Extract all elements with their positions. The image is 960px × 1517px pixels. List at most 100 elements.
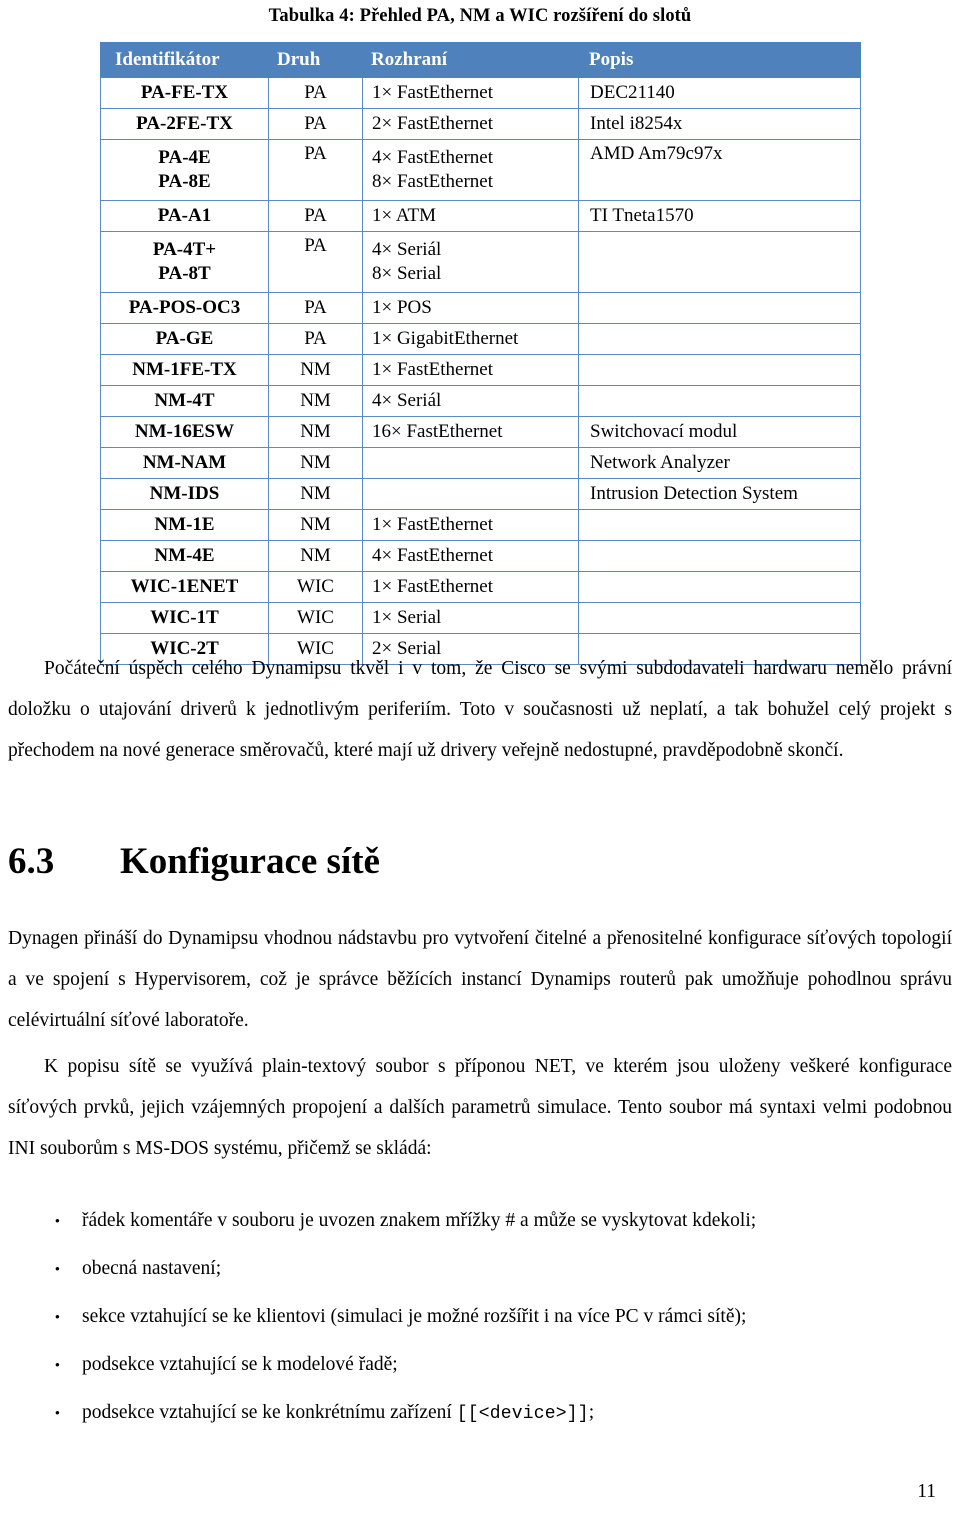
cell-druh: WIC bbox=[268, 571, 363, 603]
cell-rozhrani: 16× FastEthernet bbox=[362, 416, 579, 448]
cell-popis bbox=[578, 540, 861, 572]
cell-rozhrani: 1× FastEthernet bbox=[362, 77, 579, 109]
cell-druh: PA bbox=[268, 323, 363, 355]
table-row: PA-GE PA 1× GigabitEthernet bbox=[100, 323, 861, 355]
cell-druh: PA bbox=[268, 292, 363, 324]
list-item: • obecná nastavení; bbox=[8, 1258, 952, 1306]
cell-identifikator: PA-GE bbox=[100, 323, 269, 355]
cell-popis bbox=[578, 231, 861, 293]
cell-druh: PA bbox=[268, 139, 363, 201]
cell-identifikator: NM-4T bbox=[100, 385, 269, 417]
cell-popis bbox=[578, 385, 861, 417]
cell-druh: NM bbox=[268, 416, 363, 448]
column-header-popis: Popis bbox=[578, 42, 861, 78]
cell-popis bbox=[578, 354, 861, 386]
table-row: NM-NAM NM Network Analyzer bbox=[100, 447, 861, 479]
cell-rozhrani bbox=[362, 478, 579, 510]
cell-identifikator: NM-IDS bbox=[100, 478, 269, 510]
table-row: NM-4T NM 4× Seriál bbox=[100, 385, 861, 417]
cell-identifikator: NM-1E bbox=[100, 509, 269, 541]
cell-druh: PA bbox=[268, 231, 363, 293]
cell-popis bbox=[578, 323, 861, 355]
cell-druh: PA bbox=[268, 77, 363, 109]
list-item: • podsekce vztahující se k modelové řadě; bbox=[8, 1354, 952, 1402]
cell-popis: Network Analyzer bbox=[578, 447, 861, 479]
cell-rozhrani: 1× Serial bbox=[362, 602, 579, 634]
page-number: 11 bbox=[917, 1481, 936, 1502]
cell-popis bbox=[578, 509, 861, 541]
paragraph-net-file: K popisu sítě se využívá plain-textový s… bbox=[8, 1056, 952, 1159]
table-row: NM-16ESW NM 16× FastEthernet Switchovací mo… bbox=[100, 416, 861, 448]
table-row: NM-IDS NM Intrusion Detection System bbox=[100, 478, 861, 510]
cell-rozhrani: 1× FastEthernet bbox=[362, 354, 579, 386]
table-row: WIC-1T WIC 1× Serial bbox=[100, 602, 861, 634]
paragraph-dynagen: Dynagen přináší do Dynamipsu vhodnou nád… bbox=[8, 928, 952, 1031]
table-row: PA-4T+ PA-8T PA 4× Seriál 8× Serial bbox=[100, 231, 861, 293]
list-item-text: sekce vztahující se ke klientovi (simula… bbox=[82, 1306, 747, 1327]
cell-popis bbox=[578, 292, 861, 324]
cell-identifikator: PA-POS-OC3 bbox=[100, 292, 269, 324]
cell-popis: Switchovací modul bbox=[578, 416, 861, 448]
table-row: PA-POS-OC3 PA 1× POS bbox=[100, 292, 861, 324]
list-item-text: podsekce vztahující se k modelové řadě; bbox=[82, 1354, 398, 1375]
cell-identifikator: PA-4E PA-8E bbox=[100, 139, 269, 201]
table-header: Identifikátor Druh Rozhraní Popis bbox=[100, 42, 861, 78]
bullet-marker-icon: • bbox=[54, 1310, 60, 1326]
table-caption: Tabulka 4: Přehled PA, NM a WIC rozšířen… bbox=[268, 6, 692, 26]
cell-identifikator: WIC-1ENET bbox=[100, 571, 269, 603]
cell-popis: Intel i8254x bbox=[578, 108, 861, 140]
slots-table: Identifikátor Druh Rozhraní Popis PA-FE-… bbox=[100, 42, 861, 665]
cell-rozhrani: 1× FastEthernet bbox=[362, 509, 579, 541]
slots-table-wrapper: Identifikátor Druh Rozhraní Popis PA-FE-… bbox=[100, 42, 861, 665]
paragraph-dynamips-success: Počáteční úspěch celého Dynamipsu tkvěl … bbox=[8, 658, 952, 761]
cell-druh: WIC bbox=[268, 602, 363, 634]
cell-identifikator: NM-16ESW bbox=[100, 416, 269, 448]
list-item-text: obecná nastavení; bbox=[82, 1258, 222, 1279]
cell-rozhrani: 4× FastEthernet 8× FastEthernet bbox=[362, 139, 579, 201]
cell-rozhrani: 2× FastEthernet bbox=[362, 108, 579, 140]
cell-rozhrani: 4× FastEthernet bbox=[362, 540, 579, 572]
section-heading-title: Konfigurace sítě bbox=[120, 841, 380, 882]
cell-rozhrani: 1× GigabitEthernet bbox=[362, 323, 579, 355]
cell-popis: AMD Am79c97x bbox=[578, 139, 861, 201]
bullet-marker-icon: • bbox=[54, 1214, 60, 1230]
list-item-text: řádek komentáře v souboru je uvozen znak… bbox=[82, 1210, 757, 1231]
cell-identifikator: WIC-1T bbox=[100, 602, 269, 634]
cell-rozhrani: 1× ATM bbox=[362, 200, 579, 232]
table-row: NM-1FE-TX NM 1× FastEthernet bbox=[100, 354, 861, 386]
table-header-row: Identifikátor Druh Rozhraní Popis bbox=[100, 42, 861, 78]
cell-druh: NM bbox=[268, 354, 363, 386]
cell-rozhrani: 4× Seriál bbox=[362, 385, 579, 417]
cell-identifikator: PA-FE-TX bbox=[100, 77, 269, 109]
cell-druh: NM bbox=[268, 385, 363, 417]
table-row: NM-4E NM 4× FastEthernet bbox=[100, 540, 861, 572]
table-row: PA-2FE-TX PA 2× FastEthernet Intel i8254x bbox=[100, 108, 861, 140]
cell-rozhrani: 1× POS bbox=[362, 292, 579, 324]
cell-identifikator: PA-4T+ PA-8T bbox=[100, 231, 269, 293]
cell-identifikator: NM-NAM bbox=[100, 447, 269, 479]
table-row: WIC-1ENET WIC 1× FastEthernet bbox=[100, 571, 861, 603]
table-row: PA-4E PA-8E PA 4× FastEthernet 8× FastEthern… bbox=[100, 139, 861, 201]
bullet-list: • řádek komentáře v souboru je uvozen zna… bbox=[8, 1210, 952, 1450]
list-item: • sekce vztahující se ke klientovi (simul… bbox=[8, 1306, 952, 1354]
list-item: • podsekce vztahující se ke konkrétnímu z… bbox=[8, 1402, 952, 1450]
column-header-identifikator: Identifikátor bbox=[100, 42, 269, 78]
section-heading: 6.3 Konfigurace sítě bbox=[8, 840, 952, 884]
bullet-marker-icon: • bbox=[54, 1262, 60, 1278]
cell-popis bbox=[578, 571, 861, 603]
list-item-text: podsekce vztahující se ke konkrétnímu za… bbox=[82, 1402, 595, 1424]
cell-rozhrani: 1× FastEthernet bbox=[362, 571, 579, 603]
list-item: • řádek komentáře v souboru je uvozen zna… bbox=[8, 1210, 952, 1258]
cell-druh: NM bbox=[268, 447, 363, 479]
cell-popis: Intrusion Detection System bbox=[578, 478, 861, 510]
inline-code: [[<device>]] bbox=[456, 1404, 589, 1424]
cell-popis: DEC21140 bbox=[578, 77, 861, 109]
cell-identifikator: NM-4E bbox=[100, 540, 269, 572]
table-row: PA-A1 PA 1× ATM TI Tneta1570 bbox=[100, 200, 861, 232]
cell-identifikator: NM-1FE-TX bbox=[100, 354, 269, 386]
section-heading-number: 6.3 bbox=[8, 841, 55, 882]
table-body: PA-FE-TX PA 1× FastEthernet DEC21140 PA-2FE-… bbox=[100, 77, 861, 665]
cell-druh: PA bbox=[268, 200, 363, 232]
document-page: Tabulka 4: Přehled PA, NM a WIC rozšířen… bbox=[0, 0, 960, 1517]
cell-rozhrani: 4× Seriál 8× Serial bbox=[362, 231, 579, 293]
